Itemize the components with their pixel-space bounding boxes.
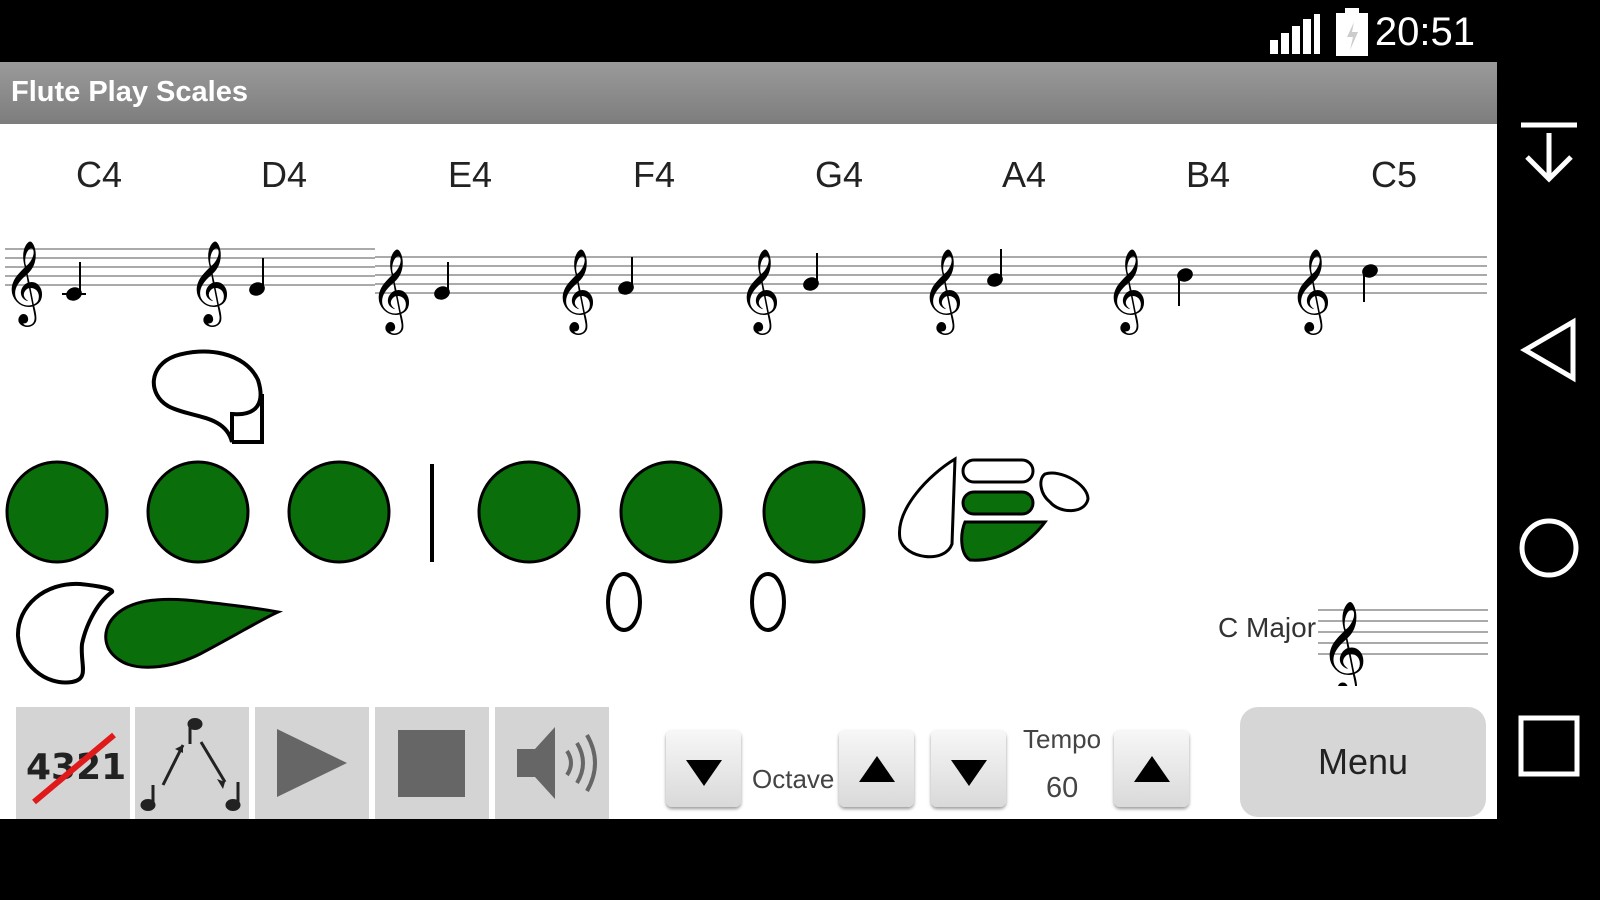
note-g4 xyxy=(803,253,819,291)
treble-clef-icon: 𝄞 xyxy=(370,247,413,335)
sound-button[interactable] xyxy=(495,707,609,820)
treble-clef-icon: 𝄞 xyxy=(1320,600,1367,686)
note-a4 xyxy=(987,249,1003,287)
treble-clef-icon: 𝄞 xyxy=(1105,247,1148,335)
note-c5 xyxy=(1362,264,1378,302)
key-signature-staff: 𝄞 xyxy=(1318,600,1488,686)
speaker-icon xyxy=(517,727,597,799)
play-icon xyxy=(277,729,347,797)
note-label-e4: E4 xyxy=(447,154,493,195)
note-label-a4: A4 xyxy=(1001,154,1047,195)
recents-icon[interactable] xyxy=(1511,708,1587,784)
pattern-button[interactable] xyxy=(135,707,249,820)
battery-icon xyxy=(1336,8,1368,56)
treble-clef-icon: 𝄞 xyxy=(188,239,231,327)
down-arrow-icon xyxy=(686,760,722,786)
foot-key-top[interactable] xyxy=(961,458,1035,484)
arpeggio-pattern-icon xyxy=(140,718,241,811)
up-arrow-icon xyxy=(1134,756,1170,782)
key-2[interactable] xyxy=(146,460,250,564)
treble-clef-icon: 𝄞 xyxy=(1289,247,1332,335)
thumb-key-bb[interactable] xyxy=(151,349,264,444)
stop-button[interactable] xyxy=(375,707,489,820)
key-4[interactable] xyxy=(477,460,581,564)
octave-up-button[interactable] xyxy=(839,730,914,807)
key-6[interactable] xyxy=(762,460,866,564)
down-arrow-icon xyxy=(951,760,987,786)
tempo-up-button[interactable] xyxy=(1114,730,1189,807)
key-3[interactable] xyxy=(287,460,391,564)
low-thumb-key[interactable] xyxy=(15,581,115,685)
download-icon[interactable] xyxy=(1511,115,1587,191)
status-bar: 20:51 xyxy=(0,0,1497,62)
foot-key-mid[interactable] xyxy=(961,490,1035,516)
stop-icon xyxy=(398,730,465,797)
note-label-c5: C5 xyxy=(1370,154,1418,195)
app-title: Flute Play Scales xyxy=(11,76,248,108)
treble-clef-icon: 𝄞 xyxy=(554,247,597,335)
note-label-g4: G4 xyxy=(814,154,864,195)
note-f4 xyxy=(618,257,634,295)
note-d4 xyxy=(249,258,265,296)
octave-label: Octave xyxy=(752,764,835,794)
tempo-label: Tempo xyxy=(1023,724,1102,754)
back-icon[interactable] xyxy=(1511,312,1587,388)
note-b4 xyxy=(1177,268,1193,306)
treble-clef-icon: 𝄞 xyxy=(921,247,964,335)
up-arrow-icon xyxy=(859,756,895,782)
play-button[interactable] xyxy=(255,707,369,820)
lever-key[interactable] xyxy=(104,597,284,669)
treble-clef-icon: 𝄞 xyxy=(3,239,46,327)
title-bar: Flute Play Scales xyxy=(0,62,1497,124)
treble-clef-icon: 𝄞 xyxy=(738,247,781,335)
clock: 20:51 xyxy=(1374,10,1475,54)
main-content: C4 D4 E4 F4 G4 A4 B4 C5 𝄞 𝄞 𝄞 𝄞 𝄞 𝄞 𝄞 𝄞 xyxy=(0,124,1497,820)
navigation-bar xyxy=(1497,0,1600,900)
tempo-value: 60 xyxy=(1046,772,1079,804)
key-5[interactable] xyxy=(619,460,723,564)
note-e4 xyxy=(434,262,450,300)
note-label-d4: D4 xyxy=(260,154,308,195)
signal-icon xyxy=(1270,14,1320,54)
note-label-b4: B4 xyxy=(1185,154,1231,195)
key-1[interactable] xyxy=(5,460,109,564)
note-label-f4: F4 xyxy=(632,154,675,195)
tempo-down-button[interactable] xyxy=(931,730,1006,807)
d-sharp-key[interactable] xyxy=(898,456,957,559)
trill-key-1[interactable] xyxy=(606,572,642,632)
trill-key[interactable] xyxy=(1039,471,1090,513)
trill-key-2[interactable] xyxy=(750,572,786,632)
foot-key-bottom[interactable] xyxy=(960,520,1048,562)
bottom-strip xyxy=(0,819,1497,900)
menu-button[interactable]: Menu xyxy=(1240,707,1486,817)
note-label-c4: C4 xyxy=(75,154,123,195)
fingering-numbers-button[interactable]: 4321 xyxy=(16,707,130,820)
home-icon[interactable] xyxy=(1511,510,1587,586)
key-signature-label: C Major xyxy=(1218,612,1317,643)
scale-staff[interactable]: 𝄞 𝄞 𝄞 𝄞 𝄞 𝄞 𝄞 𝄞 xyxy=(0,214,1497,344)
octave-down-button[interactable] xyxy=(666,730,741,807)
